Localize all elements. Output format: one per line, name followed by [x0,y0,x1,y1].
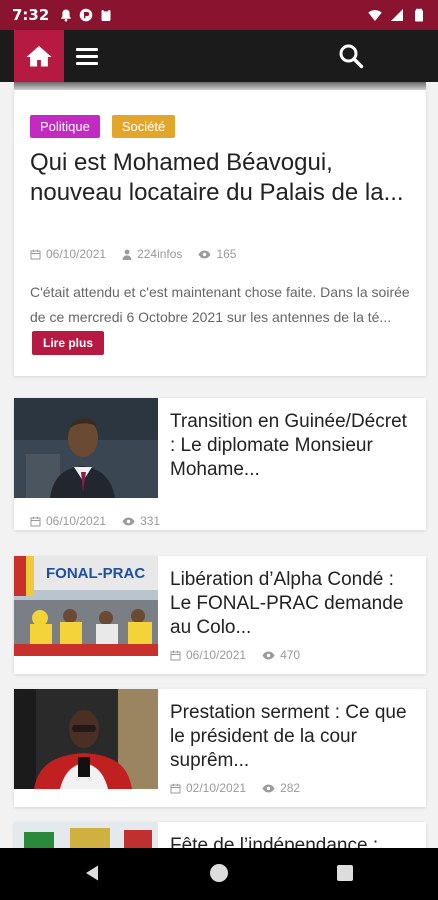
cellular-signal-icon [391,9,403,21]
app-notification-icon [80,8,93,22]
calendar-icon [30,516,41,526]
recents-icon[interactable] [337,865,353,881]
top-navigation-bar [0,30,438,82]
featured-article-card[interactable]: Politique Société Qui est Mohamed Béavog… [14,82,426,376]
tag-societe[interactable]: Société [111,115,176,138]
menu-icon[interactable] [76,44,100,68]
back-icon[interactable] [84,864,100,882]
author-meta[interactable]: 224infos [122,247,182,261]
featured-article-meta: 06/10/2021 224infos 165 [30,247,236,261]
list-item[interactable]: FONAL-PRAC Libération d’Alpha Condé : Le… [14,556,426,674]
featured-image[interactable] [14,82,426,90]
post-thumbnail[interactable]: FONAL-PRAC [14,556,158,656]
home-icon [26,46,52,67]
clipboard-icon [101,8,111,21]
eye-icon [262,784,275,792]
post-title[interactable]: Fête de l’indépendance : [170,834,410,848]
user-icon [122,249,132,260]
eye-icon [122,517,135,525]
notification-bell-icon [61,9,72,22]
list-item[interactable]: Prestation serment : Ce que le président… [14,689,426,807]
post-meta: 06/10/2021 470 [170,648,300,662]
article-author[interactable]: 224infos [137,247,182,261]
date-meta: 06/10/2021 [30,247,106,261]
eye-icon [262,651,275,659]
views-meta: 165 [198,247,236,261]
tag-politique[interactable]: Politique [30,115,100,138]
post-views: 470 [280,648,301,662]
banner-text: FONAL-PRAC [46,565,145,582]
status-icons-left [59,8,113,22]
post-views: 331 [140,514,161,528]
post-date: 06/10/2021 [186,648,247,662]
post-date: 02/10/2021 [186,781,247,795]
calendar-icon [170,650,181,660]
date-meta: 06/10/2021 [170,648,246,662]
post-title[interactable]: Transition en Guinée/Décret : Le diploma… [170,410,410,482]
read-more-button[interactable]: Lire plus [32,331,105,356]
post-title[interactable]: Libération d’Alpha Condé : Le FONAL-PRAC… [170,568,410,640]
article-date: 06/10/2021 [46,247,107,261]
post-meta: 06/10/2021 331 [30,514,160,528]
system-navigation-bar [0,848,438,900]
views-meta: 331 [122,514,160,528]
status-icons-right [368,8,426,22]
search-icon[interactable] [338,43,364,69]
wifi-icon [368,10,382,21]
featured-article-title[interactable]: Qui est Mohamed Béavogui, nouveau locata… [30,148,410,208]
calendar-icon [30,249,41,259]
post-thumbnail[interactable] [14,822,158,848]
featured-article-excerpt: C'était attendu et c'est maintenant chos… [30,280,415,356]
post-thumbnail[interactable] [14,398,158,498]
post-date: 06/10/2021 [46,514,107,528]
date-meta: 02/10/2021 [170,781,246,795]
post-thumbnail[interactable] [14,689,158,789]
views-meta: 282 [262,781,300,795]
date-meta: 06/10/2021 [30,514,106,528]
home-button[interactable] [14,30,64,82]
eye-icon [198,250,211,258]
status-bar: 7:32 [0,0,438,30]
category-tags: Politique Société [30,115,176,138]
views-meta: 470 [262,648,300,662]
article-views: 165 [216,247,237,261]
calendar-icon [170,783,181,793]
list-item[interactable]: Transition en Guinée/Décret : Le diploma… [14,398,426,530]
article-feed[interactable]: Politique Société Qui est Mohamed Béavog… [0,82,438,848]
post-title[interactable]: Prestation serment : Ce que le président… [170,701,410,773]
post-meta: 02/10/2021 282 [170,781,300,795]
excerpt-text: C'était attendu et c'est maintenant chos… [30,284,410,325]
status-time: 7:32 [12,6,50,24]
list-item[interactable]: Fête de l’indépendance : [14,822,426,848]
post-views: 282 [280,781,301,795]
home-circle-icon[interactable] [210,864,228,882]
battery-icon [415,8,423,22]
